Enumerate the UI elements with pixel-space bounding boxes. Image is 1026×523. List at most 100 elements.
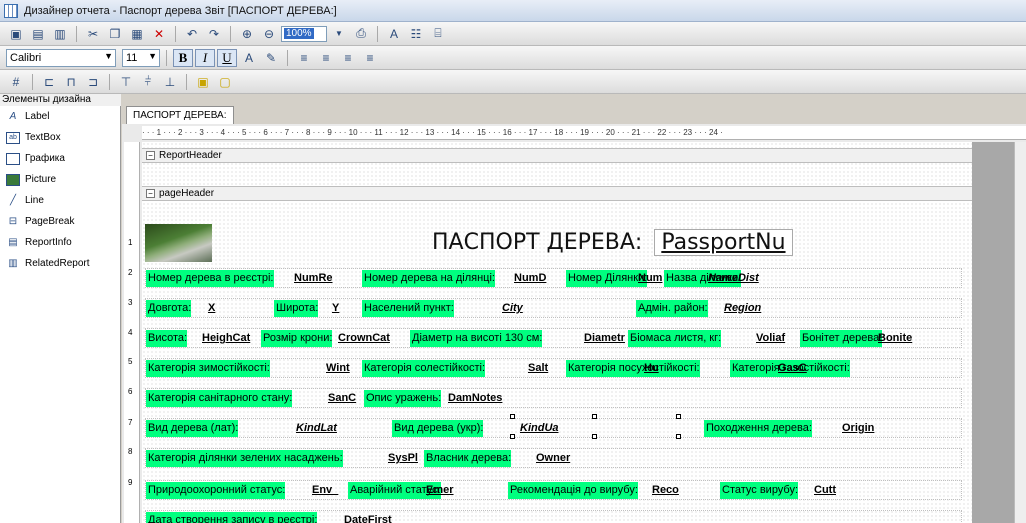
data-field[interactable]: Region (722, 300, 763, 317)
data-field[interactable]: Origin (840, 420, 876, 437)
field-label[interactable]: Категорія ділянки зелених насаджень: (146, 450, 343, 467)
text-color-icon[interactable]: A (239, 49, 259, 67)
vertical-scrollbar[interactable] (1014, 142, 1026, 523)
redo-icon[interactable]: ↷ (204, 25, 224, 43)
field-label[interactable]: Природоохоронний статус: (146, 482, 286, 499)
script-icon[interactable]: ⌸ (428, 25, 448, 43)
field-label[interactable]: Категорія зимостійкості: (146, 360, 270, 377)
font-icon[interactable]: A (384, 25, 404, 43)
field-label[interactable]: Рекомендація до вирубу: (508, 482, 638, 499)
data-field[interactable]: KindLat (294, 420, 339, 437)
bring-to-front-icon[interactable]: ▣ (193, 73, 213, 91)
undo-icon[interactable]: ↶ (182, 25, 202, 43)
band-page-header[interactable]: − pageHeader (142, 186, 972, 201)
palette-item-graphic[interactable]: Графика (0, 148, 120, 169)
selection-handle[interactable] (510, 414, 515, 419)
field-label[interactable]: Вид дерева (укр): (392, 420, 484, 437)
field-label[interactable]: Бонітет дерева: (800, 330, 883, 347)
send-to-back-icon[interactable]: ▢ (215, 73, 235, 91)
italic-button[interactable]: I (195, 48, 215, 67)
field-label[interactable]: Дата створення запису в реєстрі: (146, 512, 318, 523)
selection-handle[interactable] (676, 434, 681, 439)
data-field[interactable]: Owner (534, 450, 572, 467)
field-label[interactable]: Походження дерева: (704, 420, 812, 437)
align-rights-icon[interactable]: ⊐ (83, 73, 103, 91)
passport-number-field[interactable]: PassportNu (654, 229, 793, 256)
field-label[interactable]: Розмір крони: (261, 330, 333, 347)
field-label[interactable]: Категорія посухостійкості: (566, 360, 700, 377)
selection-handle[interactable] (676, 414, 681, 419)
bold-button[interactable]: B (173, 48, 193, 67)
align-middles-icon[interactable]: ⫩ (138, 73, 158, 91)
zoom-select[interactable]: 100% (281, 25, 327, 42)
data-field[interactable]: KindUa (518, 420, 561, 437)
align-bottoms-icon[interactable]: ⊥ (160, 73, 180, 91)
save-as-icon[interactable]: ▥ (50, 25, 70, 43)
align-center-icon[interactable]: ≡ (316, 49, 336, 67)
grid-icon[interactable]: # (6, 73, 26, 91)
palette-item-relatedreport[interactable]: ▥ RelatedReport (0, 253, 120, 274)
zoom-out-icon[interactable]: ⊖ (259, 25, 279, 43)
selection-handle[interactable] (510, 434, 515, 439)
field-label[interactable]: Номер дерева в реєстрі: (146, 270, 274, 287)
report-title[interactable]: ПАСПОРТ ДЕРЕВА: PassportNu (432, 229, 793, 256)
field-label[interactable]: Діаметр на висоті 130 см: (410, 330, 543, 347)
save-icon[interactable]: ▤ (28, 25, 48, 43)
data-field[interactable]: Num (636, 270, 664, 287)
zoom-in-icon[interactable]: ⊕ (237, 25, 257, 43)
font-name-select[interactable]: Calibri ▼ (6, 48, 116, 67)
data-field[interactable]: Salt (526, 360, 550, 377)
chevron-down-icon[interactable]: ▼ (329, 25, 349, 43)
field-label[interactable]: Власник дерева: (424, 450, 512, 467)
data-field[interactable]: Hu (642, 360, 661, 377)
palette-item-reportinfo[interactable]: ▤ ReportInfo (0, 232, 120, 253)
selection-handle[interactable] (592, 434, 597, 439)
data-field[interactable]: Voliaf (754, 330, 787, 347)
font-size-select[interactable]: 11 ▼ (122, 48, 160, 67)
palette-item-pagebreak[interactable]: ⊟ PageBreak (0, 211, 120, 232)
data-field[interactable]: NumD (512, 270, 548, 287)
field-label[interactable]: Адмін. район: (636, 300, 708, 317)
align-right-icon[interactable]: ≡ (338, 49, 358, 67)
data-field[interactable]: Cutt (812, 482, 838, 499)
cut-icon[interactable]: ✂ (83, 25, 103, 43)
properties-icon[interactable]: ☷ (406, 25, 426, 43)
field-label[interactable]: Широта: (274, 300, 319, 317)
data-field[interactable]: NumRe (292, 270, 335, 287)
tree-photo[interactable] (145, 224, 212, 262)
field-label[interactable]: Біомаса листя, кг: (628, 330, 722, 347)
data-field[interactable]: DamNotes (446, 390, 504, 407)
data-field[interactable]: GasC (776, 360, 809, 377)
palette-item-picture[interactable]: Picture (0, 169, 120, 190)
field-label[interactable]: Вид дерева (лат): (146, 420, 239, 437)
data-field[interactable]: Y (330, 300, 341, 317)
field-label[interactable]: Категорія санітарного стану: (146, 390, 293, 407)
data-field[interactable]: City (500, 300, 525, 317)
data-field[interactable]: SysPl (386, 450, 420, 467)
align-left-icon[interactable]: ≡ (294, 49, 314, 67)
field-label[interactable]: Довгота: (146, 300, 192, 317)
palette-item-line[interactable]: ╱ Line (0, 190, 120, 211)
field-label[interactable]: Категорія солестійкості: (362, 360, 486, 377)
data-field[interactable]: DateFirst (342, 512, 394, 523)
preview-icon[interactable]: ⎙ (351, 25, 371, 43)
copy-icon[interactable]: ❐ (105, 25, 125, 43)
delete-icon[interactable]: ✕ (149, 25, 169, 43)
data-field[interactable]: Diametr (582, 330, 627, 347)
align-justify-icon[interactable]: ≡ (360, 49, 380, 67)
data-field[interactable]: SanC (326, 390, 358, 407)
field-label[interactable]: Номер дерева на ділянці: (362, 270, 495, 287)
tab-report[interactable]: ПАСПОРТ ДЕРЕВА: (126, 106, 234, 124)
palette-item-textbox[interactable]: ab TextBox (0, 127, 120, 148)
field-label[interactable]: Населений пункт: (362, 300, 454, 317)
report-canvas[interactable]: − ReportHeader − pageHeader ПАСПОРТ ДЕРЕ… (142, 142, 972, 523)
band-report-header[interactable]: − ReportHeader (142, 148, 972, 163)
selection-handle[interactable] (592, 414, 597, 419)
data-field[interactable]: NameDist (706, 270, 761, 287)
data-field[interactable]: X (206, 300, 217, 317)
highlight-icon[interactable]: ✎ (261, 49, 281, 67)
data-field[interactable]: CrownCat (336, 330, 392, 347)
align-centers-icon[interactable]: ⊓ (61, 73, 81, 91)
data-field[interactable]: Env_ (310, 482, 340, 499)
field-label[interactable]: Опис уражень: (364, 390, 442, 407)
